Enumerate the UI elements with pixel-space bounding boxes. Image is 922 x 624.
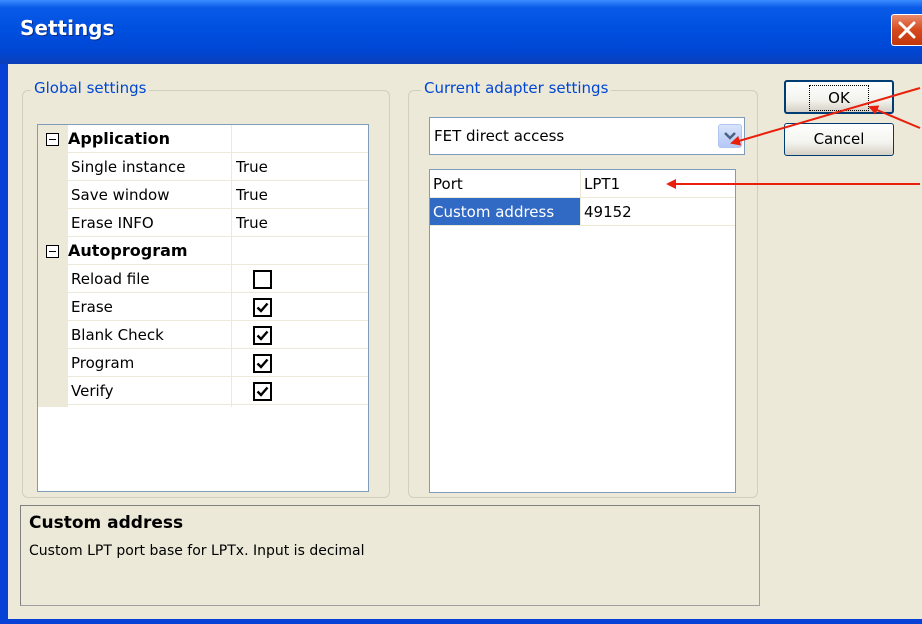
annotation-arrow-ok [868,105,921,129]
settings-window: Settings Global settings Application Sin… [0,0,922,624]
annotation-overlay [666,87,921,189]
